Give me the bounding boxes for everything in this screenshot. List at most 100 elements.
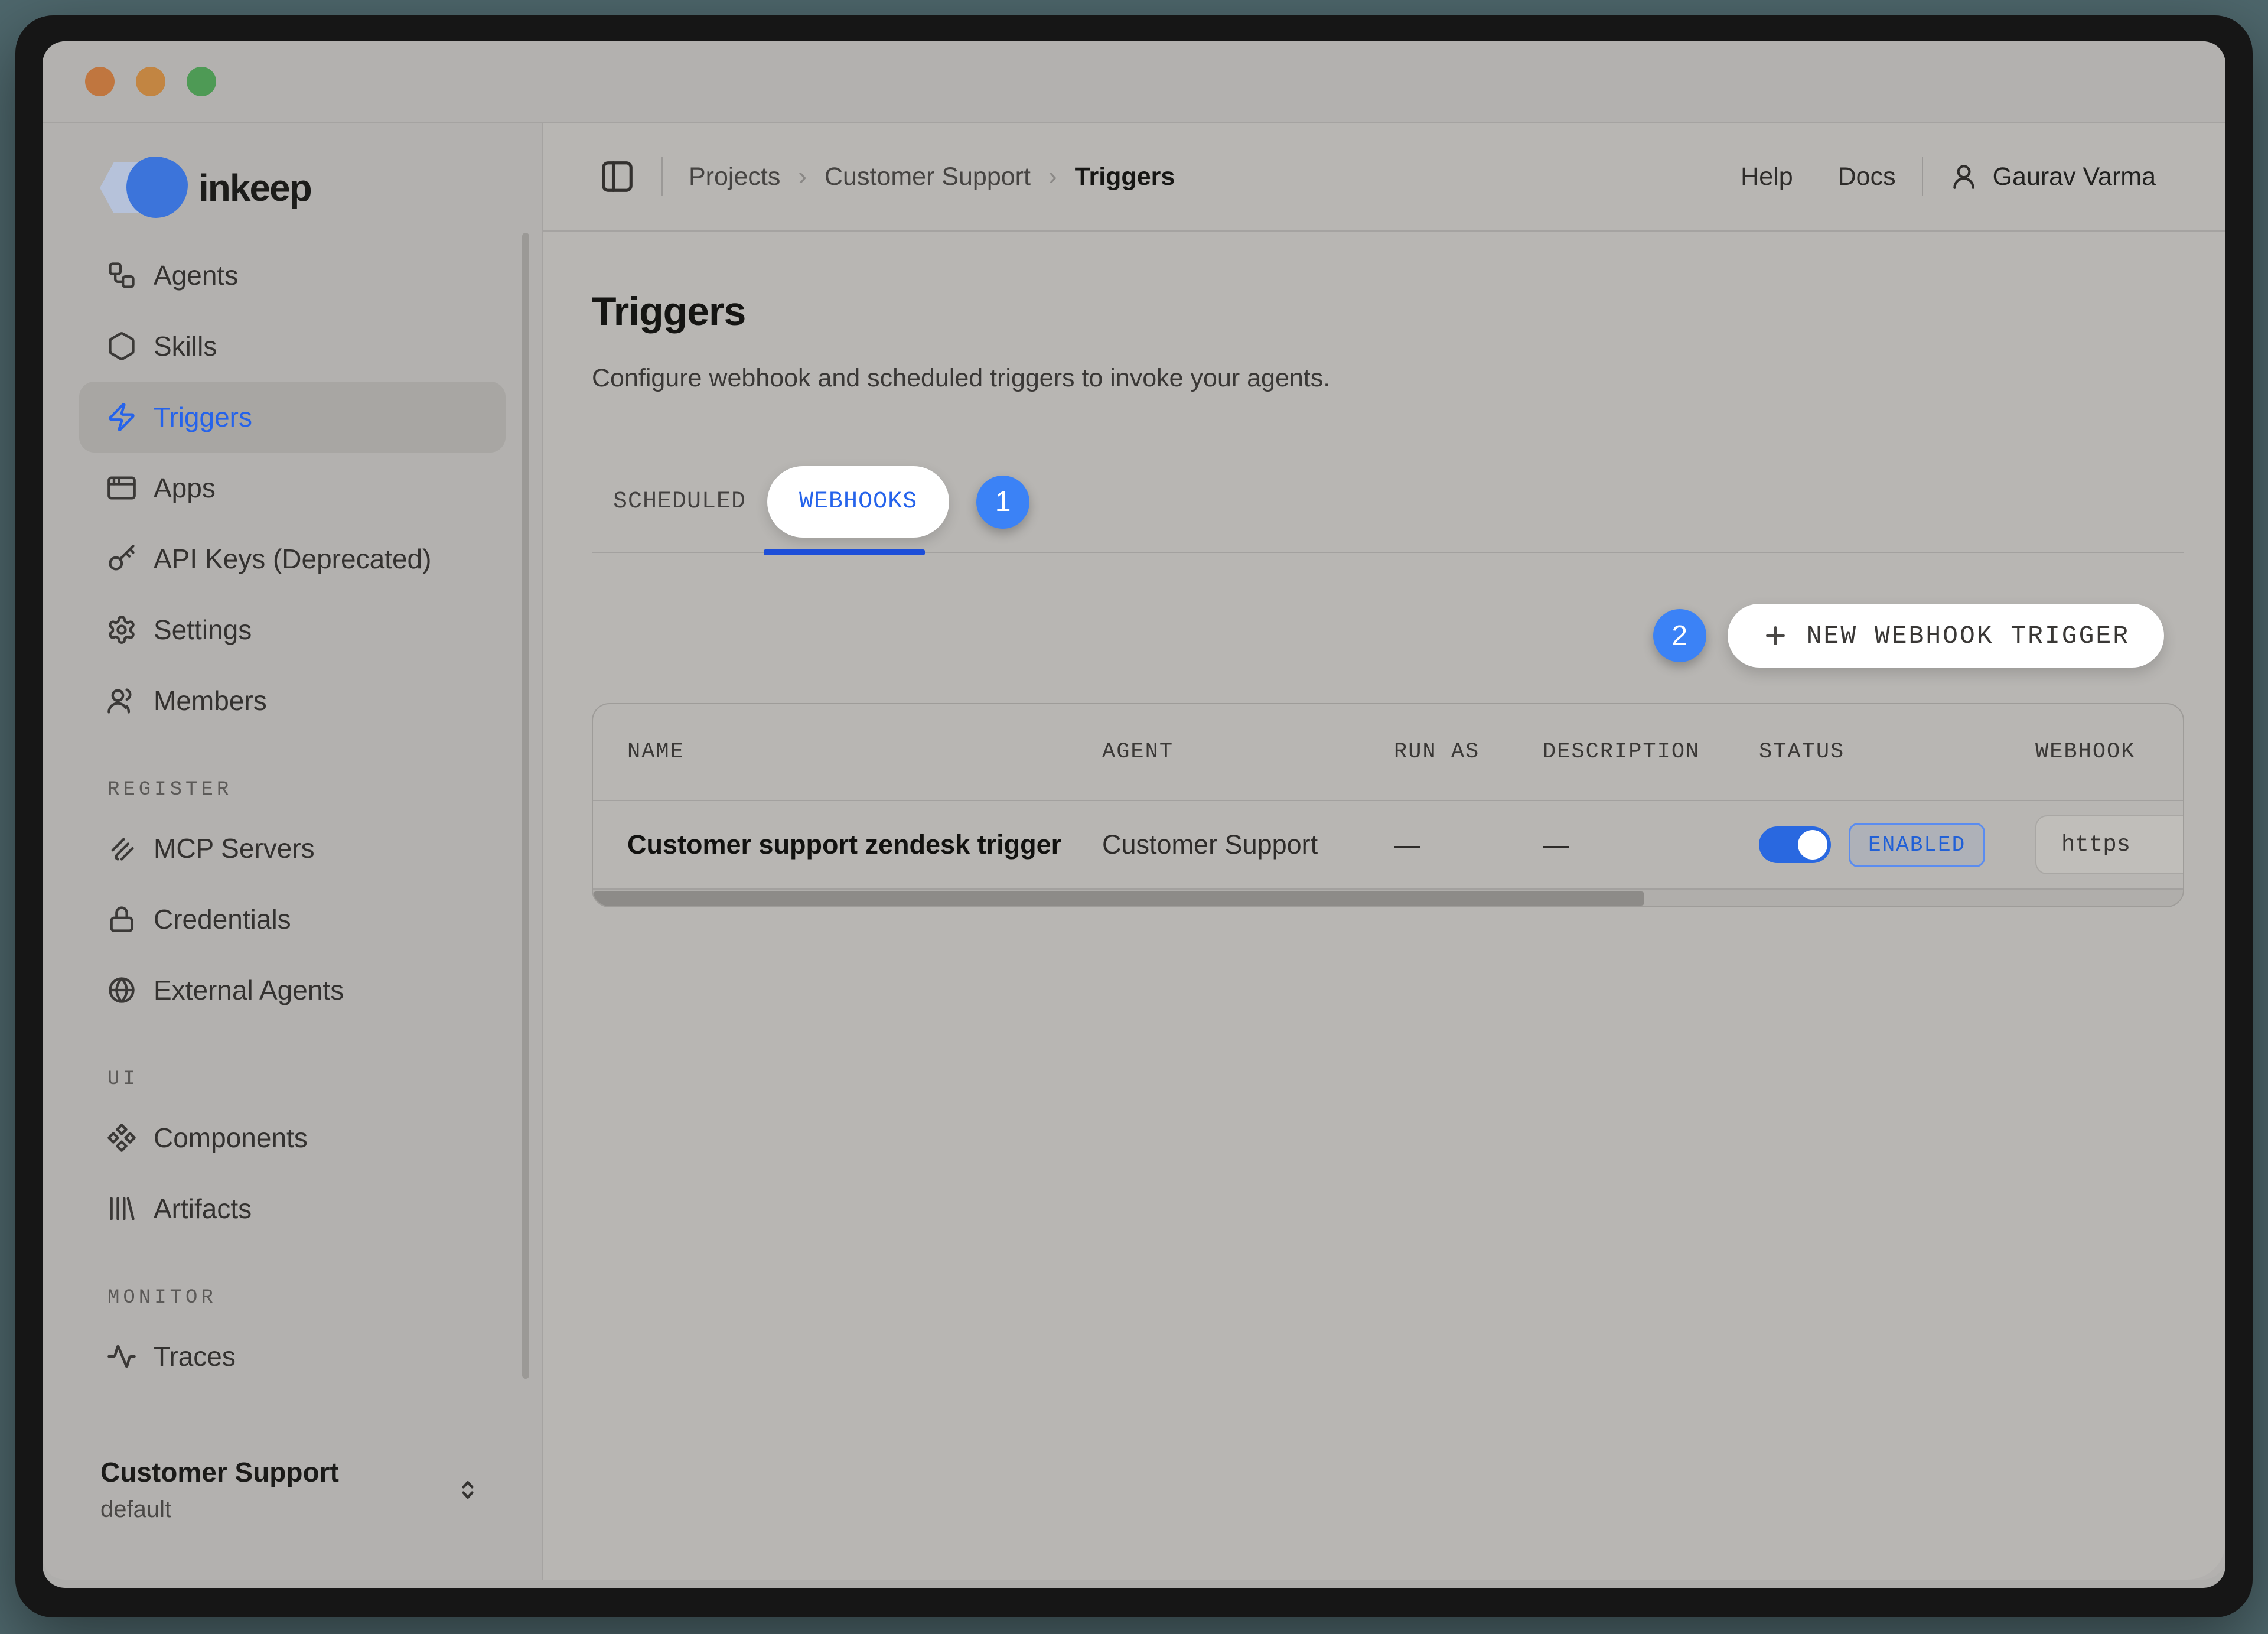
chevrons-up-down-icon [455, 1477, 481, 1503]
sidebar-section-register: REGISTER [43, 767, 542, 813]
breadcrumb-separator: › [798, 162, 807, 191]
page-content: Triggers Configure webhook and scheduled… [543, 232, 2225, 1580]
sidebar-nav: Agents Skills Triggers Apps [43, 240, 542, 736]
table-horizontal-scrollbar[interactable] [593, 888, 2183, 906]
column-header-run-as: RUN AS [1394, 740, 1543, 764]
close-button[interactable] [85, 67, 115, 96]
hexagon-icon [106, 331, 137, 362]
brand-name: inkeep [198, 166, 311, 210]
column-header-agent: AGENT [1102, 740, 1394, 764]
sidebar-item-skills[interactable]: Skills [79, 311, 506, 382]
project-switcher[interactable]: Customer Support default [43, 1456, 542, 1523]
panel-left-icon [599, 158, 636, 195]
table-row[interactable]: Customer support zendesk trigger Custome… [593, 801, 2183, 888]
trigger-run-as: — [1394, 829, 1543, 860]
triggers-table-card: NAME AGENT RUN AS DESCRIPTION STATUS WEB… [592, 703, 2184, 907]
annotation-badge-2: 2 [1653, 609, 1706, 662]
sidebar-item-mcp-servers[interactable]: MCP Servers [79, 813, 506, 884]
trigger-agent: Customer Support [1102, 829, 1394, 860]
page-title: Triggers [592, 288, 2184, 334]
trigger-name[interactable]: Customer support zendesk trigger [593, 829, 1102, 860]
header-divider [1922, 157, 1923, 196]
sidebar-item-label: Traces [154, 1340, 236, 1372]
annotation-badge-1: 1 [976, 476, 1029, 529]
sidebar-item-label: Settings [154, 614, 252, 646]
breadcrumb-customer-support[interactable]: Customer Support [825, 162, 1031, 191]
sidebar-item-traces[interactable]: Traces [79, 1321, 506, 1392]
sidebar-item-external-agents[interactable]: External Agents [79, 955, 506, 1026]
project-info: Customer Support default [100, 1456, 339, 1523]
status-badge: ENABLED [1849, 823, 1985, 867]
breadcrumb: Projects › Customer Support › Triggers [689, 162, 1175, 191]
workflow-icon [106, 260, 137, 291]
zap-icon [106, 402, 137, 432]
new-webhook-trigger-button[interactable]: NEW WEBHOOK TRIGGER [1728, 604, 2164, 668]
sidebar-section-ui: UI [43, 1056, 542, 1102]
lock-icon [106, 904, 137, 935]
trigger-status-cell: ENABLED [1759, 823, 2035, 867]
sidebar-item-label: MCP Servers [154, 832, 315, 864]
globe-icon [106, 975, 137, 1005]
sidebar-item-label: Skills [154, 330, 217, 362]
app-body: inkeep Agents Skills Triggers [43, 123, 2225, 1580]
sidebar-item-members[interactable]: Members [79, 665, 506, 736]
minimize-button[interactable] [136, 67, 165, 96]
actions-row: 2 NEW WEBHOOK TRIGGER [592, 604, 2184, 668]
brand-logo[interactable]: inkeep [43, 160, 542, 216]
scrollbar-thumb[interactable] [593, 891, 1644, 906]
main-header: Projects › Customer Support › Triggers H… [543, 123, 2225, 232]
help-link[interactable]: Help [1741, 162, 1793, 191]
user-menu[interactable]: Gaurav Varma [1949, 162, 2156, 191]
tab-scheduled[interactable]: SCHEDULED [613, 489, 746, 515]
sidebar-toggle-button[interactable] [599, 158, 636, 195]
column-header-description: DESCRIPTION [1543, 740, 1759, 764]
sidebar-item-label: Triggers [154, 401, 252, 433]
sidebar-item-apps[interactable]: Apps [79, 453, 506, 523]
sidebar-item-components[interactable]: Components [79, 1102, 506, 1173]
tab-webhooks[interactable]: WEBHOOKS [767, 466, 949, 538]
column-header-webhook: WEBHOOK [2035, 740, 2184, 764]
main-panel: Projects › Customer Support › Triggers H… [542, 123, 2225, 1580]
breadcrumb-projects[interactable]: Projects [689, 162, 780, 191]
sidebar-item-label: Artifacts [154, 1193, 252, 1225]
window-titlebar [43, 41, 2225, 123]
sidebar-item-settings[interactable]: Settings [79, 594, 506, 665]
sidebar-item-artifacts[interactable]: Artifacts [79, 1173, 506, 1244]
sidebar-item-label: Apps [154, 472, 216, 504]
app-window-icon [106, 473, 137, 503]
active-tab-indicator [764, 549, 925, 555]
sidebar-item-agents[interactable]: Agents [79, 240, 506, 311]
sidebar-item-api-keys[interactable]: API Keys (Deprecated) [79, 523, 506, 594]
user-name: Gaurav Varma [1993, 162, 2156, 191]
project-name: Customer Support [100, 1456, 339, 1488]
column-header-status: STATUS [1759, 740, 2035, 764]
gear-icon [106, 614, 137, 645]
sidebar-item-label: Members [154, 685, 267, 717]
new-webhook-trigger-label: NEW WEBHOOK TRIGGER [1807, 621, 2130, 650]
sidebar-item-label: External Agents [154, 974, 344, 1006]
header-divider [662, 157, 663, 196]
docs-link[interactable]: Docs [1838, 162, 1896, 191]
key-icon [106, 543, 137, 574]
breadcrumb-separator: › [1048, 162, 1057, 191]
sidebar-item-label: Components [154, 1122, 308, 1154]
sidebar-ui-group: Components Artifacts [43, 1102, 542, 1244]
sidebar-item-label: Credentials [154, 903, 291, 935]
components-icon [106, 1122, 137, 1153]
tabs-bar: SCHEDULED WEBHOOKS 1 [592, 466, 2184, 553]
sidebar-scrollbar[interactable] [522, 233, 529, 1379]
webhook-url-chip[interactable]: https [2035, 815, 2184, 874]
sidebar-item-label: Agents [154, 259, 238, 291]
sidebar-spacer [43, 1392, 542, 1456]
window-frame: inkeep Agents Skills Triggers [15, 15, 2253, 1617]
header-links: Help Docs [1741, 162, 1895, 191]
zoom-button[interactable] [187, 67, 216, 96]
users-icon [106, 685, 137, 716]
page-description: Configure webhook and scheduled triggers… [592, 364, 2184, 393]
sidebar-item-triggers[interactable]: Triggers [79, 382, 506, 453]
sidebar-section-monitor: MONITOR [43, 1275, 542, 1321]
sidebar-item-credentials[interactable]: Credentials [79, 884, 506, 955]
status-toggle[interactable] [1759, 826, 1831, 863]
inkeep-logo-icon [99, 155, 188, 220]
sidebar: inkeep Agents Skills Triggers [43, 123, 542, 1580]
